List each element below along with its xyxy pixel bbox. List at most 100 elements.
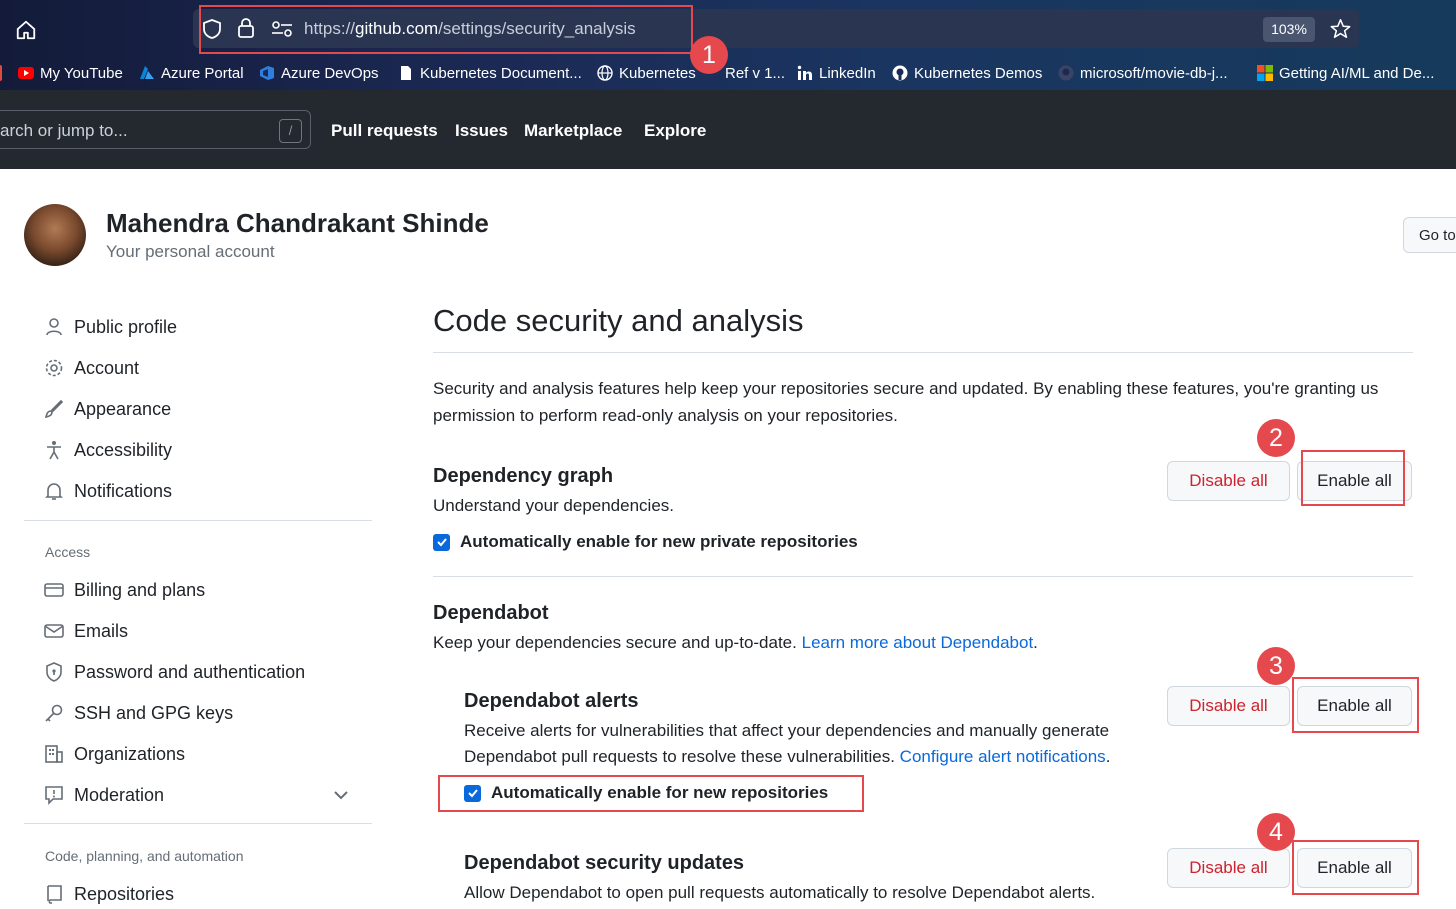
sidebar-item-notifications[interactable]: Notifications [44,476,172,506]
bookmark-label: Azure DevOps [281,64,379,82]
sidebar-item-billing[interactable]: Billing and plans [44,575,205,605]
dependency-graph-heading: Dependency graph [433,465,614,487]
go-to-profile-button[interactable]: Go to [1403,217,1456,253]
report-icon [45,786,63,805]
bookmark-label: Ref v 1... [725,64,786,82]
nav-issues[interactable]: Issues [455,121,508,141]
accessibility-icon [47,441,61,460]
nav-marketplace[interactable]: Marketplace [524,121,622,141]
dependabot-alerts-heading: Dependabot alerts [464,690,639,712]
sidebar-item-moderation[interactable]: Moderation [44,780,164,810]
home-icon[interactable] [15,19,37,41]
github-icon [1058,65,1074,81]
sidebar-item-label: Repositories [74,883,175,904]
key-icon [45,704,63,722]
dependabot-alerts-desc-2: Dependabot pull requests to resolve thes… [464,743,1110,770]
annotation-box-enable-2 [1292,677,1419,733]
title-divider [433,352,1413,353]
annotation-badge-4: 4 [1257,813,1295,851]
checkbox-checked[interactable] [433,533,450,551]
bookmark-label: Getting AI/ML and De... [1279,64,1435,82]
chevron-down-icon[interactable] [333,788,349,802]
bookmark-my-youtube[interactable]: My YouTube [18,62,123,84]
sidebar-item-public-profile[interactable]: Public profile [44,312,177,342]
credit-card-icon [44,583,64,597]
bookmark-ref[interactable]: Ref v 1... [725,62,785,84]
gear-icon [45,359,63,377]
sidebar-item-organizations[interactable]: Organizations [44,739,185,769]
dependabot-desc-text: Keep your dependencies secure and up-to-… [433,633,797,652]
sidebar-item-label: Account [74,357,140,378]
sidebar-item-label: Billing and plans [74,579,206,600]
dependency-graph-auto-enable[interactable]: Automatically enable for new private rep… [433,532,858,552]
bookmark-label: Azure Portal [161,64,244,82]
annotation-badge-1: 1 [690,36,728,74]
dependabot-heading: Dependabot [433,602,549,624]
repo-icon [47,885,62,904]
dependabot-security-disable-all-button[interactable]: Disable all [1167,848,1290,888]
sidebar-item-emails[interactable]: Emails [44,616,128,646]
mail-icon [44,624,64,638]
page-title: Code security and analysis [433,303,804,338]
sidebar-item-repositories[interactable]: Repositories [44,879,174,909]
github-icon [892,65,908,81]
sidebar-item-label: Public profile [74,316,178,337]
configure-alert-notifications-link[interactable]: Configure alert notifications [900,747,1106,766]
sidebar-divider [24,823,372,824]
dependency-graph-desc: Understand your dependencies. [433,496,674,515]
avatar[interactable] [24,204,86,266]
annotation-badge-2: 2 [1257,419,1295,457]
bookmark-star-icon[interactable] [1329,18,1352,40]
zoom-level[interactable]: 103% [1263,17,1315,42]
bell-icon [45,483,63,500]
sidebar-item-appearance[interactable]: Appearance [44,394,171,424]
sidebar-item-label: Accessibility [74,439,173,460]
linkedin-icon [797,65,812,80]
nav-pull-requests[interactable]: Pull requests [331,121,438,141]
shield-lock-icon [46,662,62,682]
youtube-icon [18,67,34,79]
sidebar-item-label: Notifications [74,480,173,501]
dependabot-security-heading: Dependabot security updates [464,852,745,874]
annotation-box-url [199,5,693,54]
dependabot-security-desc: Allow Dependabot to open pull requests a… [464,883,1096,902]
sidebar-item-label: Appearance [74,398,172,419]
punctuation: . [1105,747,1111,766]
bookmark-getting-ai-ml[interactable]: Getting AI/ML and De... [1257,62,1434,84]
sidebar-item-label: Password and authentication [74,661,306,682]
dependency-graph-disable-all-button[interactable]: Disable all [1167,461,1290,501]
bookmark-azure-portal[interactable]: Azure Portal [139,62,244,84]
bookmark-linkedin[interactable]: LinkedIn [797,62,876,84]
azure-icon [140,66,154,79]
paintbrush-icon [44,399,64,419]
bookmark-movie-db[interactable]: microsoft/movie-db-j... [1058,62,1228,84]
annotation-box-checkbox [438,775,864,812]
azure-devops-icon [260,66,274,80]
bookmark-azure-devops[interactable]: Azure DevOps [259,62,379,84]
bookmark-kubernetes[interactable]: Kubernetes [597,62,696,84]
sidebar-item-password[interactable]: Password and authentication [44,657,305,687]
dependabot-alerts-disable-all-button[interactable]: Disable all [1167,686,1290,726]
bookmark-cut[interactable] [0,62,2,84]
dependabot-alerts-desc-text: Dependabot pull requests to resolve thes… [464,747,895,766]
learn-more-dependabot-link[interactable]: Learn more about Dependabot [802,633,1034,652]
bookmark-label: LinkedIn [819,64,876,82]
nav-explore[interactable]: Explore [644,121,706,141]
intro-text: Security and analysis features help keep… [433,379,1379,425]
sidebar-item-ssh-gpg[interactable]: SSH and GPG keys [44,698,233,728]
sidebar-item-label: Emails [74,620,129,641]
bookmark-kubernetes-demos[interactable]: Kubernetes Demos [892,62,1042,84]
user-name: Mahendra Chandrakant Shinde [106,208,489,238]
bookmark-label: My YouTube [40,64,123,82]
sidebar-heading-code: Code, planning, and automation [45,848,244,864]
bookmark-label: Kubernetes [619,64,696,82]
dependabot-alerts-desc-1: Receive alerts for vulnerabilities that … [464,721,1110,740]
section-divider [433,576,1413,577]
sidebar-item-accessibility[interactable]: Accessibility [44,435,172,465]
search-shortcut-key: / [279,119,302,143]
annotation-box-enable-3 [1292,840,1419,895]
bookmark-kubernetes-docs[interactable]: Kubernetes Document... [398,62,582,84]
sidebar-item-account[interactable]: Account [44,353,139,383]
bookmark-label: microsoft/movie-db-j... [1080,64,1228,82]
sidebar-item-label: Organizations [74,743,186,764]
